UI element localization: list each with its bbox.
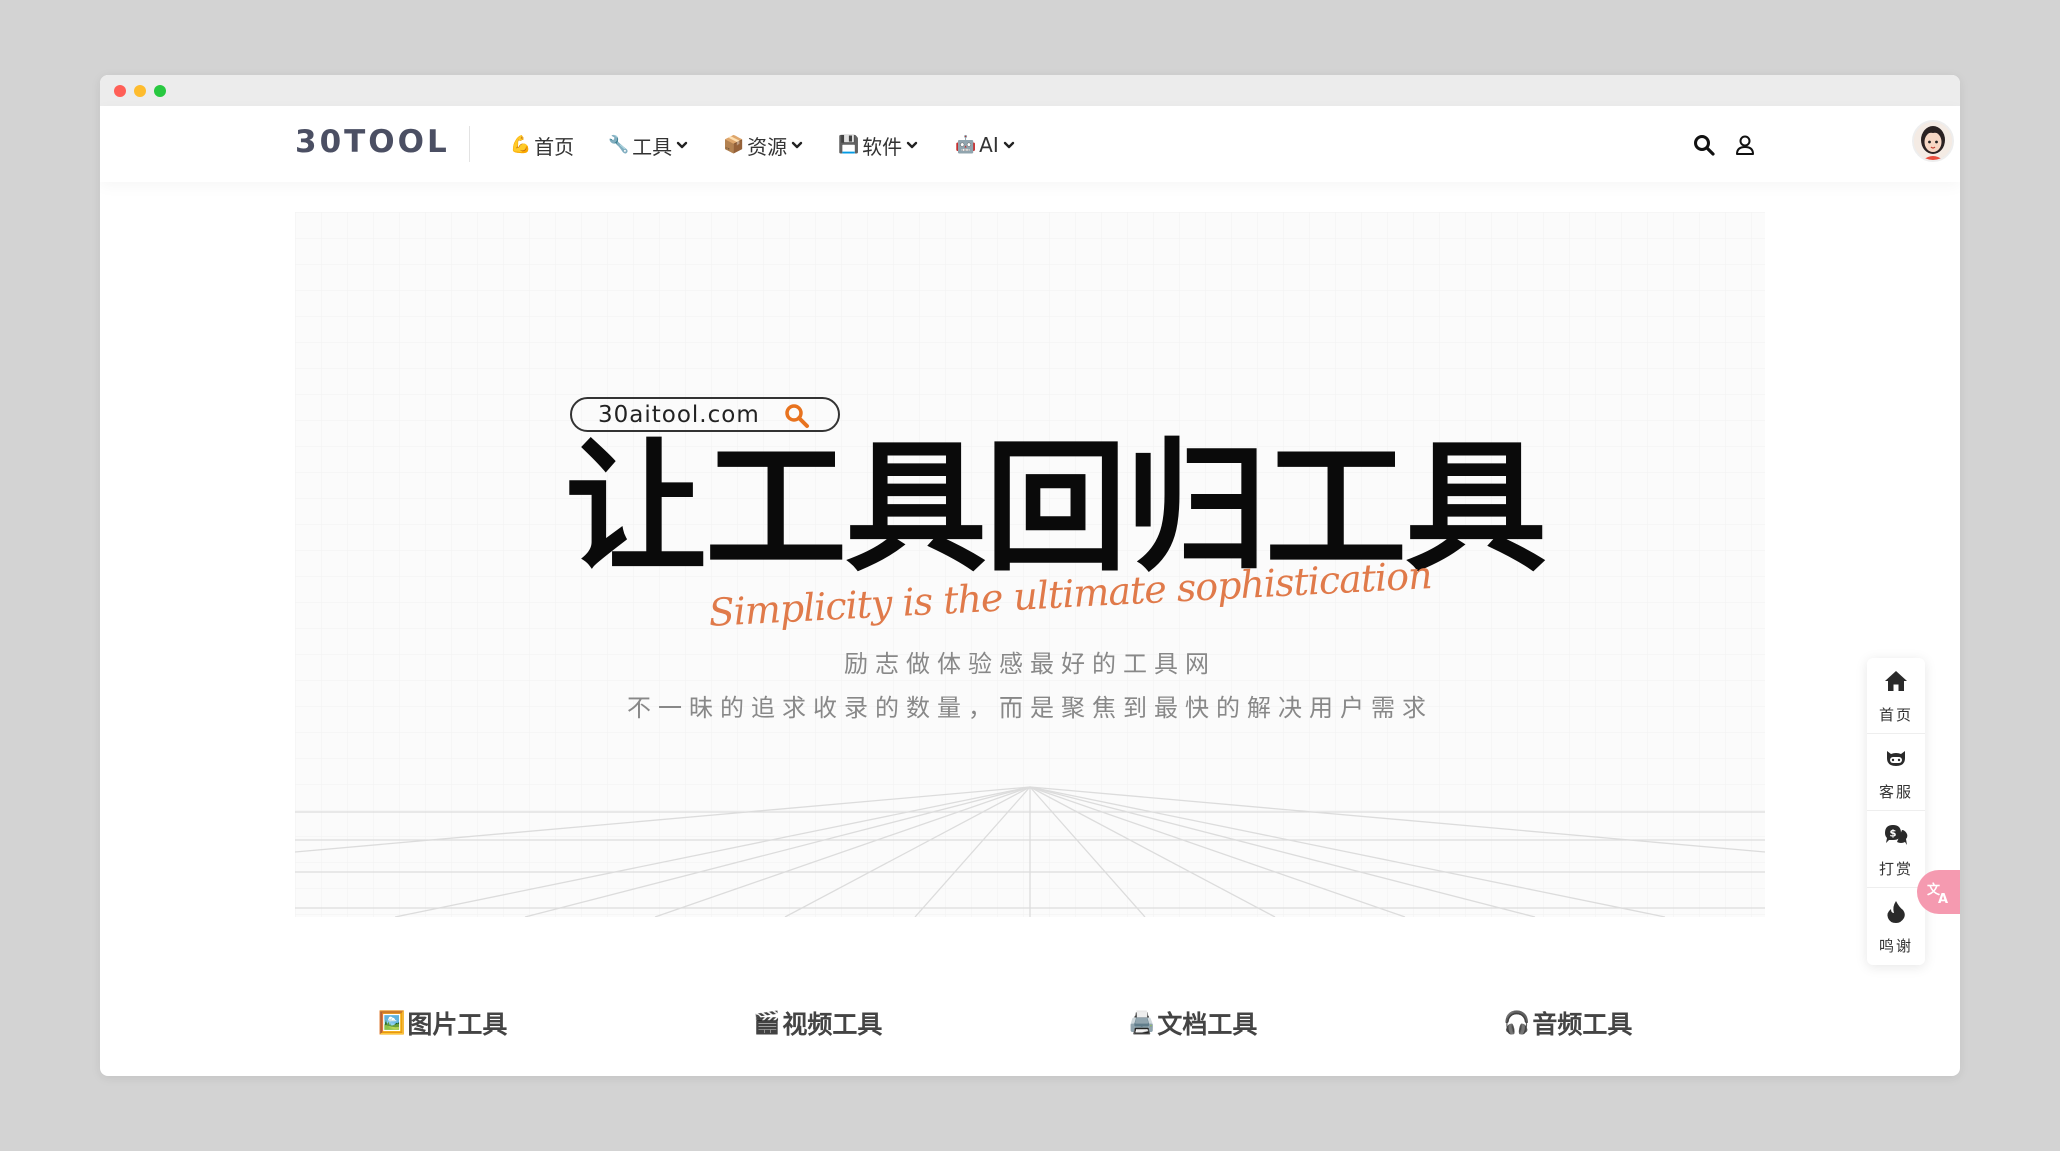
category-document-tools[interactable]: 🖨️ 文档工具 xyxy=(1128,1003,1257,1043)
headphones-icon: 🎧 xyxy=(1503,1010,1531,1036)
clapper-board-icon: 🎬 xyxy=(753,1010,781,1036)
nav-item-resources[interactable]: 📦 资源 xyxy=(723,130,803,160)
translate-icon: 文 A xyxy=(1927,882,1948,905)
maximize-window-button[interactable] xyxy=(154,85,166,97)
category-label: 文档工具 xyxy=(1157,1010,1258,1039)
nav-item-label: 工具 xyxy=(632,134,673,159)
chevron-down-icon xyxy=(791,141,803,149)
minimize-window-button[interactable] xyxy=(134,85,146,97)
category-label: 图片工具 xyxy=(407,1010,508,1039)
svg-text:A: A xyxy=(1938,892,1948,905)
printer-icon: 🖨️ xyxy=(1128,1010,1156,1036)
sidebar-item-label: 打赏 xyxy=(1878,860,1913,878)
nav-item-label: 首页 xyxy=(534,134,575,159)
wrench-icon: 🔧 xyxy=(608,135,630,155)
nav-item-software[interactable]: 💾 软件 xyxy=(838,130,918,160)
chevron-down-icon xyxy=(676,141,688,149)
avatar-portrait-icon xyxy=(1914,122,1952,160)
category-audio-tools[interactable]: 🎧 音频工具 xyxy=(1503,1003,1632,1043)
hero-subtitle-line1: 励志做体验感最好的工具网 xyxy=(844,650,1216,678)
nav-item-label: AI xyxy=(979,133,999,157)
framed-picture-icon: 🖼️ xyxy=(378,1010,406,1036)
avatar[interactable] xyxy=(1912,120,1954,162)
domain-text: 30aitool.com xyxy=(598,401,760,428)
search-icon[interactable] xyxy=(1693,134,1715,156)
window-titlebar xyxy=(100,75,1960,106)
top-navbar: 30TOOL 💪 首页 🔧 工具 📦 资源 💾 软件 🤖 AI xyxy=(100,106,1960,182)
chevron-down-icon xyxy=(1003,141,1014,149)
close-window-button[interactable] xyxy=(114,85,126,97)
sidebar-item-label: 首页 xyxy=(1878,706,1913,724)
translate-button[interactable]: 文 A xyxy=(1917,870,1960,914)
category-image-tools[interactable]: 🖼️ 图片工具 xyxy=(378,1003,507,1043)
nav-item-ai[interactable]: 🤖 AI xyxy=(955,130,1015,160)
flame-icon xyxy=(1887,901,1905,923)
site-logo[interactable]: 30TOOL xyxy=(295,124,450,160)
category-label: 音频工具 xyxy=(1532,1010,1633,1039)
flexed-biceps-icon: 💪 xyxy=(510,135,532,155)
nav-item-home[interactable]: 💪 首页 xyxy=(510,130,574,160)
floating-sidebar: 首页 客服 $ 打赏 鸣谢 xyxy=(1867,658,1925,965)
sidebar-item-donate[interactable]: $ 打赏 xyxy=(1867,812,1925,888)
nav-item-label: 软件 xyxy=(862,134,903,159)
category-video-tools[interactable]: 🎬 视频工具 xyxy=(753,1003,882,1043)
sidebar-item-label: 客服 xyxy=(1878,783,1913,801)
nav-item-label: 资源 xyxy=(747,134,788,159)
sidebar-item-label: 鸣谢 xyxy=(1878,937,1913,955)
hero-subtitle-line2: 不一昧的追求收录的数量，而是聚焦到最快的解决用户需求 xyxy=(627,694,1433,722)
browser-window: 30TOOL 💪 首页 🔧 工具 📦 资源 💾 软件 🤖 AI 30aitool… xyxy=(100,75,1960,1076)
robot-icon: 🤖 xyxy=(955,135,977,155)
user-icon[interactable] xyxy=(1734,134,1756,156)
sidebar-item-home[interactable]: 首页 xyxy=(1867,658,1925,734)
chevron-down-icon xyxy=(906,141,918,149)
floppy-disk-icon: 💾 xyxy=(838,135,860,155)
category-label: 视频工具 xyxy=(782,1010,883,1039)
github-icon xyxy=(1887,751,1905,766)
sidebar-item-support[interactable]: 客服 xyxy=(1867,735,1925,811)
home-icon xyxy=(1885,671,1907,691)
svg-text:$: $ xyxy=(1890,829,1897,840)
package-icon: 📦 xyxy=(723,135,745,155)
nav-divider xyxy=(469,126,470,162)
sidebar-item-thanks[interactable]: 鸣谢 xyxy=(1867,889,1925,965)
nav-item-tools[interactable]: 🔧 工具 xyxy=(608,130,688,160)
hero-banner: 30aitool.com 让工具回归工具 Simplicity is the u… xyxy=(295,212,1765,917)
donate-icon: $ xyxy=(1885,825,1908,845)
